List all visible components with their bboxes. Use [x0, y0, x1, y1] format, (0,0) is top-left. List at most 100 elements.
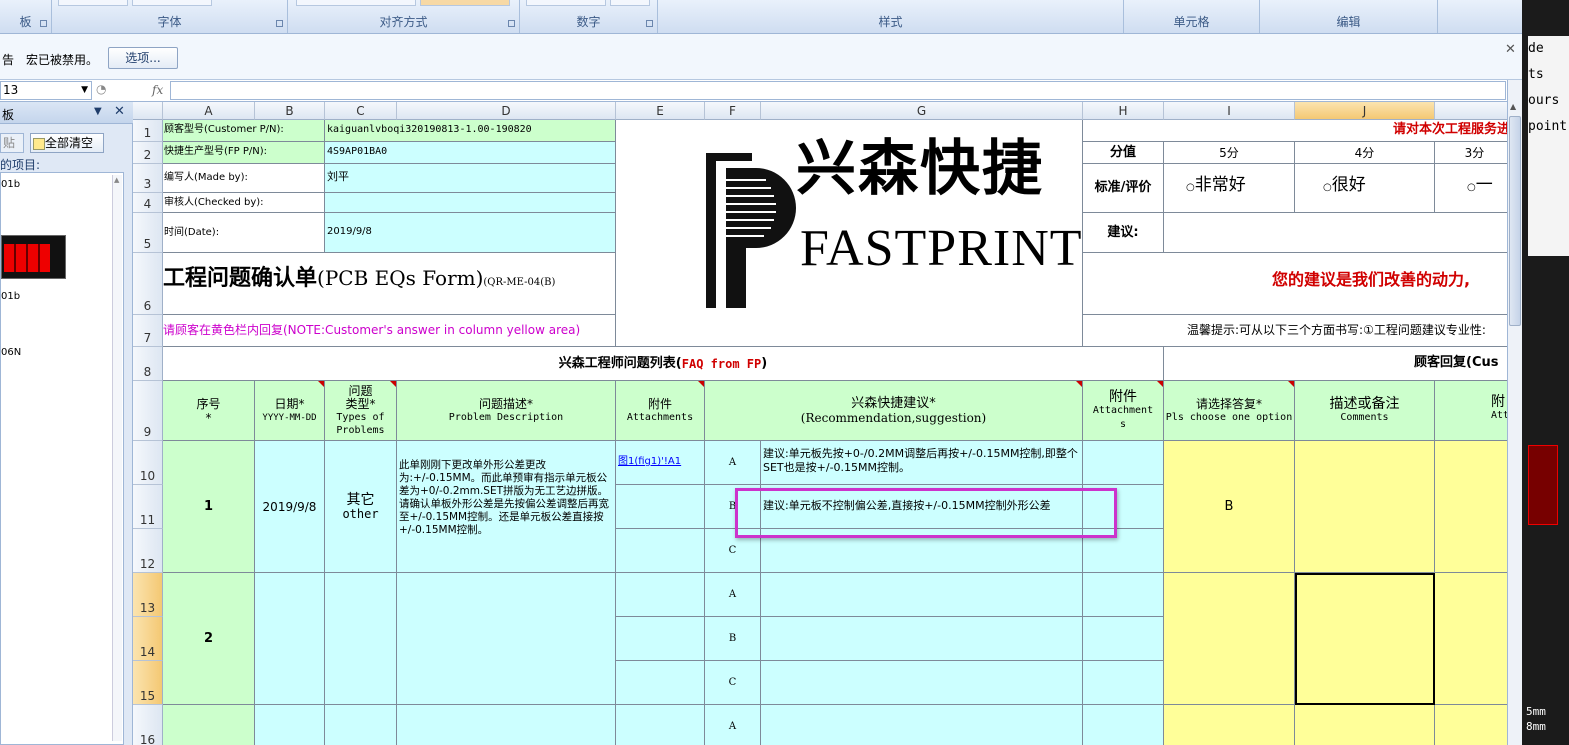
score-5[interactable]: 5分 [1164, 142, 1295, 164]
clipboard-thumbnail[interactable] [1, 235, 66, 279]
ribbon-button[interactable] [420, 0, 510, 6]
option-label[interactable]: A [705, 573, 761, 617]
customer-attachment-cell[interactable] [1435, 705, 1507, 745]
rating-option-4[interactable]: ○很好 [1295, 164, 1435, 213]
column-header[interactable]: C [325, 102, 397, 120]
fp-pn-value[interactable]: 4S9AP01BA0 [325, 142, 616, 164]
option-label[interactable]: B [705, 617, 761, 661]
made-by-label[interactable]: 编写人(Made by): [163, 164, 325, 193]
row-header[interactable]: 5 [133, 213, 163, 253]
attachment-cell[interactable] [616, 529, 705, 573]
dialog-launcher-icon[interactable] [40, 20, 47, 27]
attachment-cell[interactable] [616, 617, 705, 661]
issue-description[interactable] [397, 705, 616, 745]
paste-all-button[interactable]: 贴 [0, 133, 24, 153]
col-att-header[interactable]: 附件 Attachments [616, 381, 705, 441]
ribbon-button[interactable] [610, 0, 650, 6]
col-date-header[interactable]: 日期* YYYY-MM-DD [255, 381, 325, 441]
answer-choice[interactable] [1164, 573, 1295, 705]
row-header[interactable]: 2 [133, 142, 163, 164]
chevron-down-icon[interactable]: ▼ [81, 82, 88, 99]
column-header[interactable]: G [761, 102, 1083, 120]
option-label[interactable]: A [705, 441, 761, 485]
clipboard-scrollbar[interactable]: ▲ [112, 175, 122, 741]
issue-type[interactable] [325, 705, 397, 745]
vertical-scrollbar[interactable]: ▲ [1507, 80, 1522, 745]
issue-date[interactable] [255, 573, 325, 705]
attachment2-cell[interactable] [1083, 573, 1164, 617]
issue-seq[interactable]: 1 [163, 441, 255, 573]
col-desc-header[interactable]: 问题描述* Problem Description [397, 381, 616, 441]
customer-reply-title[interactable]: 顾客回复(Cus [1164, 347, 1507, 381]
date-label[interactable]: 时间(Date): [163, 213, 325, 253]
suggest-label[interactable]: 建议: [1083, 213, 1164, 253]
row-header[interactable]: 6 [133, 253, 163, 315]
row-header[interactable]: 1 [133, 120, 163, 142]
score-4[interactable]: 4分 [1295, 142, 1435, 164]
select-all-corner[interactable] [133, 102, 163, 120]
customer-pn-label[interactable]: 顾客型号(Customer P/N): [163, 120, 325, 142]
checked-by-value[interactable] [325, 193, 616, 213]
answer-choice[interactable] [1164, 705, 1295, 745]
rating-option-5[interactable]: ○非常好 [1164, 164, 1295, 213]
form-title-cell[interactable]: 工程问题确认单(PCB EQs Form)(QR-ME-04(B) [163, 253, 616, 315]
formula-input[interactable] [170, 81, 1506, 100]
row-header-selected[interactable]: 13 [133, 573, 163, 617]
column-header[interactable]: A [163, 102, 255, 120]
row-header[interactable]: 8 [133, 347, 163, 381]
issue-date[interactable]: 2019/9/8 [255, 441, 325, 573]
fp-faq-title[interactable]: 兴森工程师问题列表(FAQ from FP) [163, 347, 1164, 381]
scroll-up-icon[interactable]: ▲ [114, 176, 119, 184]
row-header[interactable]: 11 [133, 485, 163, 529]
attachment-cell[interactable] [616, 661, 705, 705]
issue-type-cell[interactable]: 其它 other [325, 441, 397, 573]
column-header[interactable]: B [255, 102, 325, 120]
col-type-header[interactable]: 问题 类型* Types of Problems [325, 381, 397, 441]
recommendation-c[interactable] [761, 661, 1083, 705]
clipboard-item[interactable]: 01b [1, 179, 20, 190]
made-by-value[interactable]: 刘平 [325, 164, 616, 193]
col-rec-header[interactable]: 兴森快捷建议* (Recommendation,suggestion) [705, 381, 1083, 441]
issue-seq[interactable]: 2 [163, 573, 255, 705]
column-header[interactable] [1435, 102, 1507, 120]
rating-option-3[interactable]: ○一 [1435, 164, 1507, 213]
ribbon-button[interactable] [526, 0, 606, 6]
dialog-launcher-icon[interactable] [276, 20, 283, 27]
option-label[interactable]: A [705, 705, 761, 745]
column-header[interactable]: F [705, 102, 761, 120]
radio-icon[interactable]: ○ [1467, 182, 1476, 193]
row-header[interactable]: 9 [133, 381, 163, 441]
date-value[interactable]: 2019/9/8 [325, 213, 616, 253]
score-label[interactable]: 分值 [1083, 142, 1164, 164]
customer-attachment-cell[interactable] [1435, 573, 1507, 705]
clipboard-item[interactable]: 06N [1, 347, 21, 358]
attachment2-cell[interactable] [1083, 617, 1164, 661]
clipboard-item[interactable]: 01b [1, 291, 20, 302]
col-att3-header[interactable]: 附Attac [1435, 381, 1507, 441]
col-att2-header[interactable]: 附件 Attachment s [1083, 381, 1164, 441]
col-choose-header[interactable]: 请选择答复* Pls choose one option [1164, 381, 1295, 441]
customer-note[interactable]: 请顾客在黄色栏内回复(NOTE:Customer's answer in col… [163, 315, 616, 347]
issue-type[interactable] [325, 573, 397, 705]
suggest-input[interactable] [1164, 213, 1507, 253]
col-comments-header[interactable]: 描述或备注 Comments [1295, 381, 1435, 441]
attachment-cell[interactable] [616, 485, 705, 529]
options-button[interactable]: 选项... [108, 47, 178, 69]
row-header[interactable]: 12 [133, 529, 163, 573]
recommendation-a[interactable] [761, 705, 1083, 745]
clear-all-button[interactable]: 全部清空 [30, 133, 104, 153]
scroll-thumb[interactable] [1509, 116, 1521, 326]
column-header[interactable]: E [616, 102, 705, 120]
column-header[interactable]: I [1164, 102, 1295, 120]
tip-text[interactable]: 温馨提示:可从以下三个方面书写:①工程问题建议专业性: [1083, 315, 1507, 347]
fx-icon[interactable]: fx [152, 83, 163, 97]
score-3[interactable]: 3分 [1435, 142, 1507, 164]
recommendation-a[interactable] [761, 573, 1083, 617]
row-header[interactable]: 16 [133, 705, 163, 745]
issue-seq[interactable] [163, 705, 255, 745]
col-seq-header[interactable]: 序号 * [163, 381, 255, 441]
ribbon-button[interactable] [132, 0, 212, 6]
close-icon[interactable]: ✕ [114, 104, 125, 119]
ribbon-button[interactable] [296, 0, 416, 6]
customer-pn-value[interactable]: kaiguanlvboqi320190813-1.00-190820 [325, 120, 616, 142]
